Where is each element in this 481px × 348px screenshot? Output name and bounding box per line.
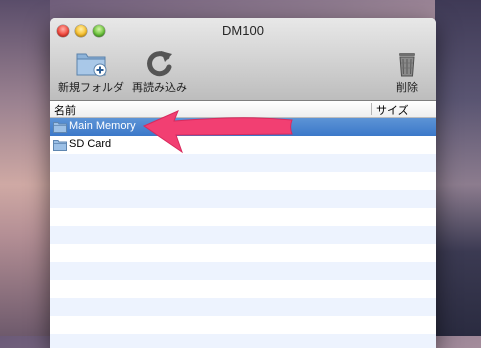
trash-icon <box>399 53 415 77</box>
column-header-size[interactable]: サイズ <box>376 102 409 118</box>
finder-window: DM100 新規フォルダ 再読み込み 削除 名前 サイズ Main Memory… <box>50 18 436 348</box>
file-name: Main Memory <box>69 120 136 132</box>
empty-row <box>50 262 436 280</box>
folder-icon <box>53 140 67 151</box>
reload-button[interactable]: 再読み込み <box>132 48 187 95</box>
reload-label: 再読み込み <box>132 82 187 94</box>
new-folder-label: 新規フォルダ <box>58 82 124 94</box>
column-divider[interactable] <box>371 103 372 115</box>
empty-row <box>50 280 436 298</box>
empty-row <box>50 298 436 316</box>
reload-icon <box>146 51 172 77</box>
empty-row <box>50 316 436 334</box>
empty-row <box>50 226 436 244</box>
empty-row <box>50 208 436 226</box>
window-title: DM100 <box>222 23 264 38</box>
empty-row <box>50 172 436 190</box>
empty-row <box>50 190 436 208</box>
file-name: SD Card <box>69 138 112 150</box>
annotation-arrow-icon <box>142 110 293 154</box>
desktop-background-right <box>435 0 481 336</box>
desktop-background-left <box>0 0 50 336</box>
delete-button[interactable]: 削除 <box>392 48 422 95</box>
column-header-name[interactable]: 名前 <box>54 102 76 118</box>
empty-row <box>50 244 436 262</box>
empty-row <box>50 334 436 348</box>
new-folder-button[interactable]: 新規フォルダ <box>58 48 124 95</box>
folder-icon <box>53 122 67 133</box>
new-folder-icon <box>76 53 107 77</box>
titlebar: DM100 新規フォルダ 再読み込み 削除 <box>50 18 436 101</box>
delete-label: 削除 <box>396 82 418 94</box>
